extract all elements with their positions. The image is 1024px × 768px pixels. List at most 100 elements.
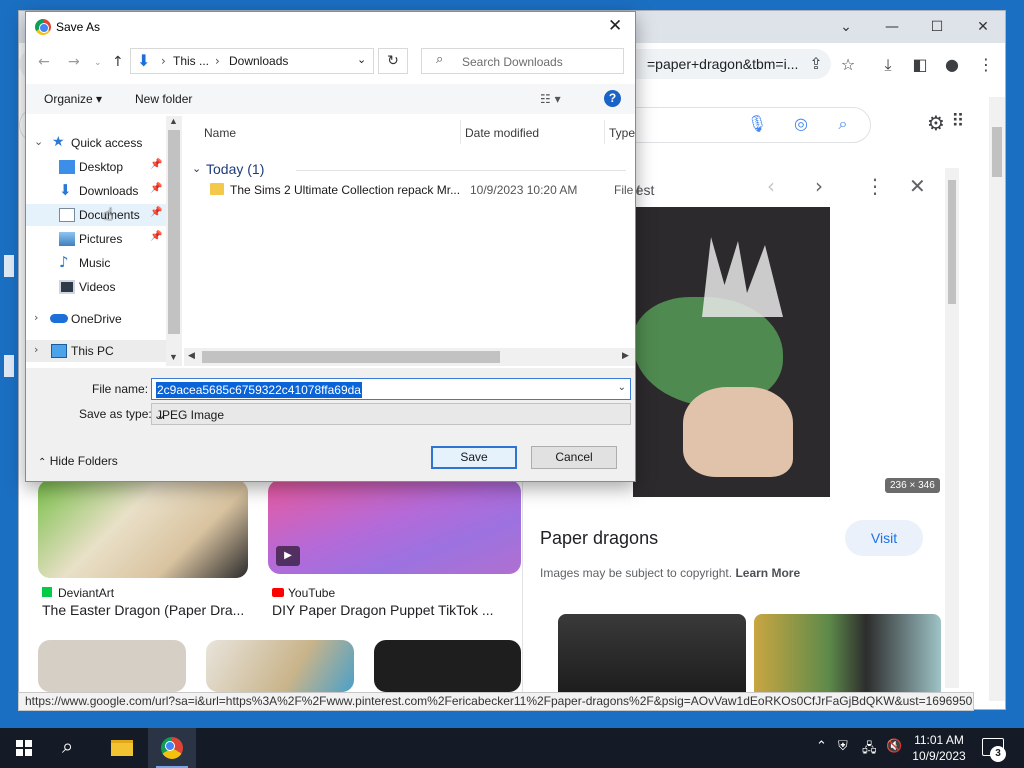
expand-chevron-icon[interactable]: ›	[34, 343, 38, 356]
expand-chevron-icon[interactable]: ›	[34, 311, 38, 324]
search-taskbar-button[interactable]: ⌕	[48, 728, 96, 768]
column-header-date[interactable]: Date modified	[465, 126, 539, 140]
save-button[interactable]: Save	[431, 446, 517, 469]
share-icon[interactable]: ⇪	[805, 54, 827, 73]
chrome-taskbar-button[interactable]	[148, 728, 196, 768]
hide-folders-button[interactable]: ⌃ Hide Folders	[38, 454, 118, 468]
result-image[interactable]	[206, 640, 354, 692]
show-hidden-icons-chevron[interactable]: ⌃	[816, 739, 827, 754]
minimize-button[interactable]: —	[877, 17, 907, 37]
tree-label: Music	[79, 256, 111, 270]
download-icon[interactable]: ⤓	[877, 55, 899, 75]
start-button[interactable]	[0, 728, 48, 768]
desktop-icon[interactable]	[4, 255, 14, 277]
cancel-button[interactable]: Cancel	[531, 446, 617, 469]
security-shield-icon[interactable]: ⛨	[838, 739, 848, 754]
search-downloads-input[interactable]: ⌕ Search Downloads	[421, 48, 624, 74]
lens-icon[interactable]: ◎	[790, 114, 812, 133]
up-arrow-icon[interactable]: ↑	[112, 54, 124, 70]
group-collapse-icon[interactable]: ⌄	[192, 162, 201, 175]
prev-arrow-icon[interactable]: ‹	[767, 174, 775, 198]
network-icon[interactable]: 🖧	[862, 739, 877, 761]
result-title[interactable]: The Easter Dragon (Paper Dra...	[42, 602, 244, 618]
location-dropdown-icon[interactable]: ⌄	[357, 53, 366, 66]
system-clock[interactable]: 11:01 AM 10/9/2023	[905, 732, 973, 764]
help-icon[interactable]: ?	[604, 90, 621, 107]
tree-scroll-thumb[interactable]	[168, 130, 180, 334]
refresh-button[interactable]: ↻	[378, 48, 408, 74]
next-arrow-icon[interactable]: ›	[815, 174, 823, 198]
settings-gear-icon[interactable]: ⚙	[925, 111, 947, 135]
file-explorer-button[interactable]	[98, 728, 146, 768]
side-panel-icon[interactable]: ◧	[909, 55, 931, 74]
save-as-type-select[interactable]: JPEG Image ⌄	[151, 403, 631, 425]
list-scroll-thumb[interactable]	[202, 351, 500, 363]
result-source-deviantart[interactable]: DeviantArt	[58, 586, 114, 600]
search-icon[interactable]: ⌕	[832, 114, 854, 134]
scroll-down-icon[interactable]: ▼	[169, 352, 178, 362]
back-arrow-icon[interactable]: ←	[38, 54, 50, 70]
related-image[interactable]	[754, 614, 941, 700]
tree-onedrive[interactable]: › OneDrive	[26, 308, 166, 330]
tab-search-icon[interactable]: ⌄	[831, 17, 861, 37]
forward-arrow-icon[interactable]: →	[68, 54, 80, 70]
column-separator	[460, 120, 461, 144]
tree-item-pictures[interactable]: Pictures 📌	[26, 228, 166, 250]
list-horizontal-scrollbar[interactable]: ◀ ▶	[184, 348, 635, 366]
file-row[interactable]: The Sims 2 Ultimate Collection repack Mr…	[204, 180, 644, 202]
new-folder-button[interactable]: New folder	[135, 92, 192, 106]
tree-item-downloads[interactable]: ⬇ Downloads 📌	[26, 180, 166, 202]
tree-item-desktop[interactable]: Desktop 📌	[26, 156, 166, 178]
tree-item-videos[interactable]: Videos	[26, 276, 166, 298]
scroll-left-icon[interactable]: ◀	[188, 350, 195, 361]
file-explorer-icon	[111, 740, 133, 756]
maximize-button[interactable]: ☐	[922, 17, 952, 37]
page-scrollbar[interactable]	[989, 97, 1005, 701]
volume-muted-icon[interactable]: 🔇	[886, 739, 902, 754]
scroll-up-icon[interactable]: ▲	[169, 116, 178, 126]
breadcrumb-downloads[interactable]: Downloads	[229, 54, 288, 68]
close-panel-icon[interactable]: ✕	[909, 174, 926, 198]
visit-button[interactable]: Visit	[845, 520, 923, 556]
panel-scroll-thumb[interactable]	[948, 180, 956, 304]
page-scroll-thumb[interactable]	[992, 127, 1002, 177]
tree-scrollbar[interactable]: ▲ ▼	[166, 116, 182, 366]
tree-item-music[interactable]: ♪ Music	[26, 252, 166, 274]
result-image-dragon-puppet[interactable]: ▶	[268, 480, 521, 574]
close-window-button[interactable]: ✕	[968, 17, 998, 37]
preview-image[interactable]	[633, 207, 830, 497]
desktop-icon[interactable]	[4, 355, 14, 377]
result-image[interactable]	[38, 640, 186, 692]
dialog-close-button[interactable]: ✕	[608, 16, 622, 36]
group-header-today[interactable]: Today (1)	[206, 161, 264, 177]
apps-grid-icon[interactable]: ⠿	[947, 111, 969, 132]
file-name-input[interactable]: 2c9acea5685c6759322c41078ffa69da ⌄	[151, 378, 631, 400]
result-title[interactable]: DIY Paper Dragon Puppet TikTok ...	[272, 602, 494, 618]
more-options-icon[interactable]: ⋮	[865, 174, 885, 198]
save-as-type-dropdown-icon[interactable]: ⌄	[156, 408, 626, 422]
organize-button[interactable]: Organize ▾	[44, 92, 102, 106]
profile-avatar-icon[interactable]: ●	[941, 55, 963, 74]
tree-this-pc[interactable]: › This PC	[26, 340, 166, 362]
column-header-type[interactable]: Type	[609, 126, 635, 140]
bookmark-star-icon[interactable]: ☆	[837, 55, 859, 74]
save-as-type-label: Save as type:	[79, 407, 152, 421]
view-options-icon[interactable]: ☷ ▾	[540, 92, 561, 106]
result-source-youtube[interactable]: YouTube	[288, 586, 335, 600]
expand-chevron-icon[interactable]: ⌄	[34, 135, 43, 148]
file-name-dropdown-icon[interactable]: ⌄	[618, 382, 626, 393]
column-header-name[interactable]: Name	[204, 126, 236, 140]
location-bar[interactable]: ⬇ › This ... › Downloads ⌄	[130, 48, 374, 74]
mic-icon[interactable]: 🎙	[746, 114, 768, 133]
result-image-easter-dragon[interactable]	[38, 480, 248, 578]
menu-dots-icon[interactable]: ⋮	[975, 55, 997, 74]
related-image[interactable]	[558, 614, 746, 700]
scroll-right-icon[interactable]: ▶	[622, 350, 629, 361]
tree-quick-access[interactable]: ⌄ ★ Quick access	[26, 132, 166, 154]
breadcrumb-this-pc[interactable]: This ...	[173, 54, 209, 68]
panel-scrollbar[interactable]	[945, 168, 959, 688]
learn-more-link[interactable]: Learn More	[735, 566, 800, 580]
recent-dropdown-icon[interactable]: ⌄	[94, 58, 102, 68]
result-image[interactable]	[374, 640, 521, 692]
tree-item-documents[interactable]: Documents 📌	[26, 204, 166, 226]
